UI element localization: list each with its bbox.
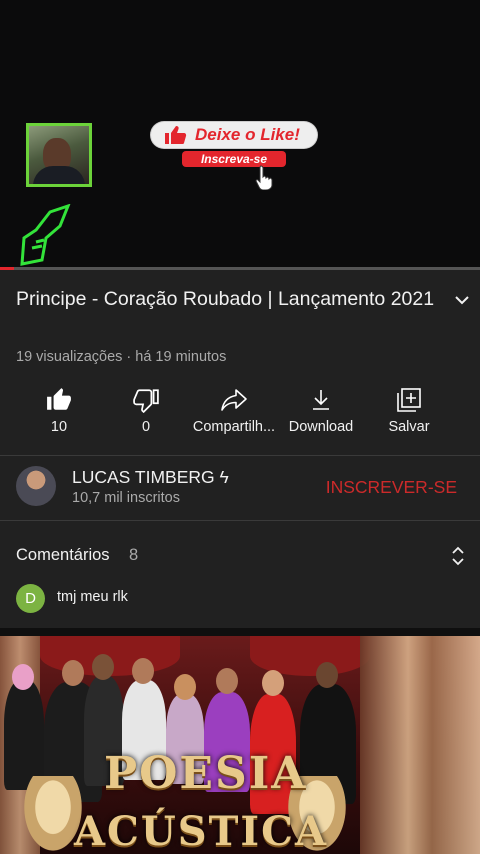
thumbnail-title-line1: POESIA [104,748,308,799]
webcam-overlay [26,123,92,187]
chevron-down-icon[interactable] [452,290,472,315]
share-label: Compartilh... [192,419,276,435]
section-gap [0,628,480,636]
progress-track[interactable] [0,267,480,270]
comments-count: 8 [129,546,139,564]
thumbs-down-icon [101,385,191,415]
subscribe-button[interactable]: INSCREVER-SE [326,477,457,498]
neon-hand-icon [16,203,76,270]
channel-subscribers: 10,7 mil inscritos [72,490,180,506]
download-label: Download [288,419,354,435]
channel-avatar[interactable] [16,466,56,506]
dislike-count: 0 [141,419,151,435]
thumbnail-title-line2: ACÚSTICA [74,808,328,854]
add-to-playlist-icon [364,385,454,415]
like-button[interactable]: 10 [14,385,104,435]
thumbs-up-overlay-icon [163,125,187,150]
dislike-button[interactable]: 0 [101,385,191,435]
comment-preview[interactable]: tmj meu rlk [57,589,128,605]
share-button[interactable]: Compartilh... [189,385,279,435]
like-count: 10 [50,419,68,435]
comments-header[interactable]: Comentários [16,546,110,565]
like-overlay-pill: Deixe o Like! [151,122,317,148]
channel-name[interactable]: LUCAS TIMBERG ϟ [72,467,229,488]
thumbs-up-icon [14,385,104,415]
save-button[interactable]: Salvar [364,385,454,435]
divider [0,455,480,456]
download-icon [276,385,366,415]
share-icon [189,385,279,415]
video-player[interactable]: Deixe o Like! Inscreva-se [0,0,480,270]
download-button[interactable]: Download [276,385,366,435]
save-label: Salvar [388,419,430,435]
commenter-avatar: D [16,584,45,613]
divider [0,520,480,521]
pointer-hand-icon [254,164,276,195]
progress-fill [0,267,15,270]
next-video-thumbnail[interactable]: POESIA ACÚSTICA [0,636,480,854]
expand-comments-icon[interactable] [450,545,466,572]
like-overlay-text: Deixe o Like! [195,125,300,144]
action-row: 10 0 Compartilh... Download Salvar [0,385,480,441]
video-title[interactable]: Principe - Coração Roubado | Lançamento … [16,285,436,313]
video-meta: 19 visualizações · há 19 minutos [16,349,227,365]
